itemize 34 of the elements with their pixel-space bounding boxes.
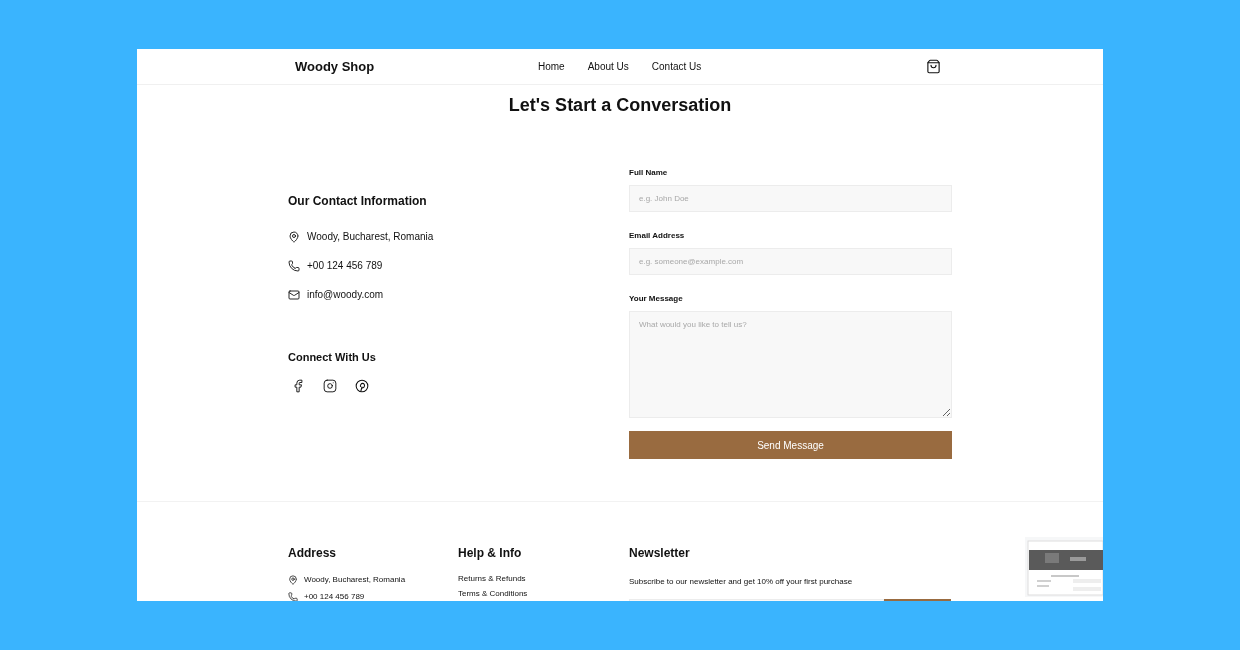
contact-detail: info@woody.com [307, 288, 384, 302]
footer-heading: Address [288, 545, 338, 562]
nav-link[interactable]: About Us [587, 59, 629, 74]
footer-heading: Newsletter [629, 545, 691, 562]
contact-detail: Woody, Bucharest, Romania [307, 230, 434, 244]
input-field[interactable]: e.g. someone@example.com [629, 248, 952, 275]
newsletter-description: Subscribe to our newsletter and get 10% off your first purchase [629, 576, 854, 588]
contact-detail: +00 124 456 789 [307, 259, 383, 273]
footer-link[interactable]: Terms & Conditions [458, 589, 629, 599]
section-heading: Our Contact Information [288, 193, 428, 210]
site-logo[interactable]: Woody Shop [295, 56, 525, 77]
contact-detail: +00 124 456 789 [304, 591, 365, 601]
phone-icon [288, 259, 300, 272]
shopping-bag-icon[interactable] [926, 59, 941, 74]
pinterest-icon[interactable] [355, 378, 369, 393]
message-field[interactable]: What would you like to tell us? [629, 311, 952, 418]
footer-link[interactable]: Returns & Refunds [458, 574, 629, 584]
contact-detail: Woody, Bucharest, Romania [304, 574, 406, 586]
phone-icon [288, 592, 298, 601]
nav-link[interactable]: Home [538, 59, 565, 74]
location-pin-icon [288, 230, 300, 243]
field-label: Email Address [629, 230, 686, 242]
input-field[interactable]: e.g. John Doe [629, 185, 952, 212]
nav-link[interactable]: Contact Us [651, 59, 702, 74]
field-label: Full Name [629, 167, 669, 179]
send-message-button[interactable]: Send Message [629, 431, 952, 459]
page-title: Let's Start a Conversation [507, 94, 733, 117]
footer-heading: Help & Info [458, 545, 523, 562]
mail-icon [288, 288, 300, 301]
section-heading: Connect With Us [288, 350, 377, 365]
location-pin-icon [288, 575, 298, 585]
facebook-icon[interactable] [291, 378, 305, 393]
field-label: Your Message [629, 293, 684, 305]
instagram-icon[interactable] [323, 378, 337, 393]
